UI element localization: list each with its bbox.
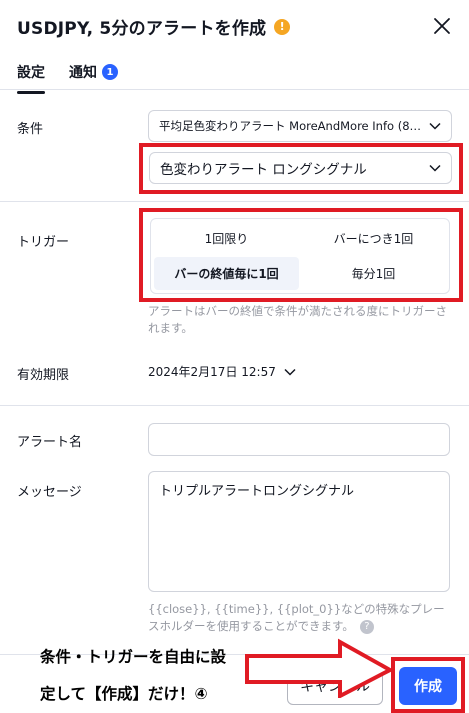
tabs-divider	[0, 89, 469, 90]
indicator-select[interactable]: 平均足色変わりアラート MoreAndMore Info (8, ...	[148, 110, 452, 142]
trigger-once[interactable]: 1回限り	[154, 222, 299, 255]
section-divider	[0, 201, 469, 202]
expiry-value: 2024年2月17日 12:57	[148, 365, 276, 379]
tab-notifications-label: 通知	[69, 65, 97, 81]
trigger-hint: アラートはバーの終値で条件が満たされる度にトリガーされます。	[148, 304, 447, 335]
help-icon[interactable]: ?	[359, 619, 374, 634]
signal-select-value: 色変わりアラート ロングシグナル	[160, 162, 367, 178]
alert-name-label: アラート名	[17, 435, 83, 450]
trigger-options: 1回限り バーにつき1回 バーの終値毎に1回 毎分1回	[150, 218, 450, 294]
create-button[interactable]: 作成	[399, 667, 457, 705]
chevron-down-icon	[284, 368, 296, 376]
message-hint-text: {{close}}, {{time}}, {{plot_0}}などの特殊なプレー…	[148, 602, 445, 633]
trigger-once-per-bar-close[interactable]: バーの終値毎に1回	[154, 257, 299, 290]
notification-count-badge: 1	[102, 64, 118, 80]
message-hint: {{close}}, {{time}}, {{plot_0}}などの特殊なプレー…	[148, 601, 453, 635]
tab-settings-label: 設定	[17, 65, 45, 81]
chevron-down-icon	[429, 122, 441, 130]
expiry-select[interactable]: 2024年2月17日 12:57	[148, 363, 296, 380]
chevron-down-icon	[429, 164, 441, 172]
signal-select[interactable]: 色変わりアラート ロングシグナル	[149, 152, 452, 184]
cancel-button[interactable]: キャンセル	[287, 667, 383, 705]
alert-name-input[interactable]	[148, 423, 450, 456]
trigger-label: トリガー	[17, 235, 70, 250]
trigger-once-per-minute[interactable]: 毎分1回	[301, 257, 446, 290]
annotation-line-2: 定して【作成】だけ！④	[40, 685, 208, 703]
dialog-title: USDJPY, 5分のアラートを作成 !	[17, 14, 291, 39]
trigger-once-per-bar[interactable]: バーにつき1回	[301, 222, 446, 255]
indicator-select-value: 平均足色変わりアラート MoreAndMore Info (8, ...	[159, 119, 423, 133]
dialog-title-text: USDJPY, 5分のアラートを作成	[17, 19, 267, 39]
close-icon[interactable]	[430, 14, 454, 38]
message-textarea[interactable]: トリプルアラートロングシグナル	[148, 471, 450, 592]
warning-icon[interactable]: !	[274, 18, 291, 35]
condition-label: 条件	[17, 122, 44, 137]
section-divider	[0, 405, 469, 406]
message-label: メッセージ	[17, 485, 82, 500]
expiry-label: 有効期限	[17, 368, 70, 383]
annotation-line-1: 条件・トリガーを自由に設	[40, 648, 227, 666]
